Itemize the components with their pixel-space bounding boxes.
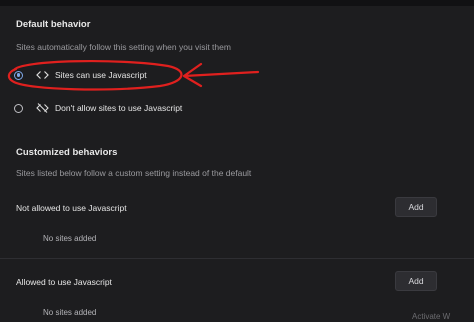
javascript-settings-page: Default behavior Sites automatically fol… bbox=[0, 0, 474, 322]
option-allow-javascript[interactable]: Sites can use Javascript bbox=[14, 65, 314, 85]
allowed-empty-text: No sites added bbox=[43, 308, 97, 317]
allowed-heading: Allowed to use Javascript bbox=[16, 277, 112, 287]
activate-windows-watermark: Activate W bbox=[412, 312, 451, 321]
add-blocked-site-button[interactable]: Add bbox=[395, 197, 437, 217]
code-off-icon bbox=[36, 103, 49, 113]
default-behavior-heading: Default behavior bbox=[16, 19, 91, 30]
top-bar bbox=[0, 0, 474, 6]
default-behavior-description: Sites automatically follow this setting … bbox=[16, 42, 231, 52]
not-allowed-empty-text: No sites added bbox=[43, 234, 97, 243]
customized-behaviors-description: Sites listed below follow a custom setti… bbox=[16, 168, 252, 178]
radio-block-javascript[interactable] bbox=[14, 103, 23, 113]
code-brackets-icon bbox=[36, 70, 49, 80]
option-allow-javascript-label: Sites can use Javascript bbox=[55, 70, 147, 80]
section-divider bbox=[0, 258, 474, 259]
customized-behaviors-heading: Customized behaviors bbox=[16, 147, 118, 158]
option-block-javascript[interactable]: Don't allow sites to use Javascript bbox=[14, 98, 314, 118]
radio-allow-javascript[interactable] bbox=[14, 70, 23, 80]
add-allowed-site-button[interactable]: Add bbox=[395, 271, 437, 291]
not-allowed-heading: Not allowed to use Javascript bbox=[16, 203, 127, 213]
option-block-javascript-label: Don't allow sites to use Javascript bbox=[55, 103, 183, 113]
